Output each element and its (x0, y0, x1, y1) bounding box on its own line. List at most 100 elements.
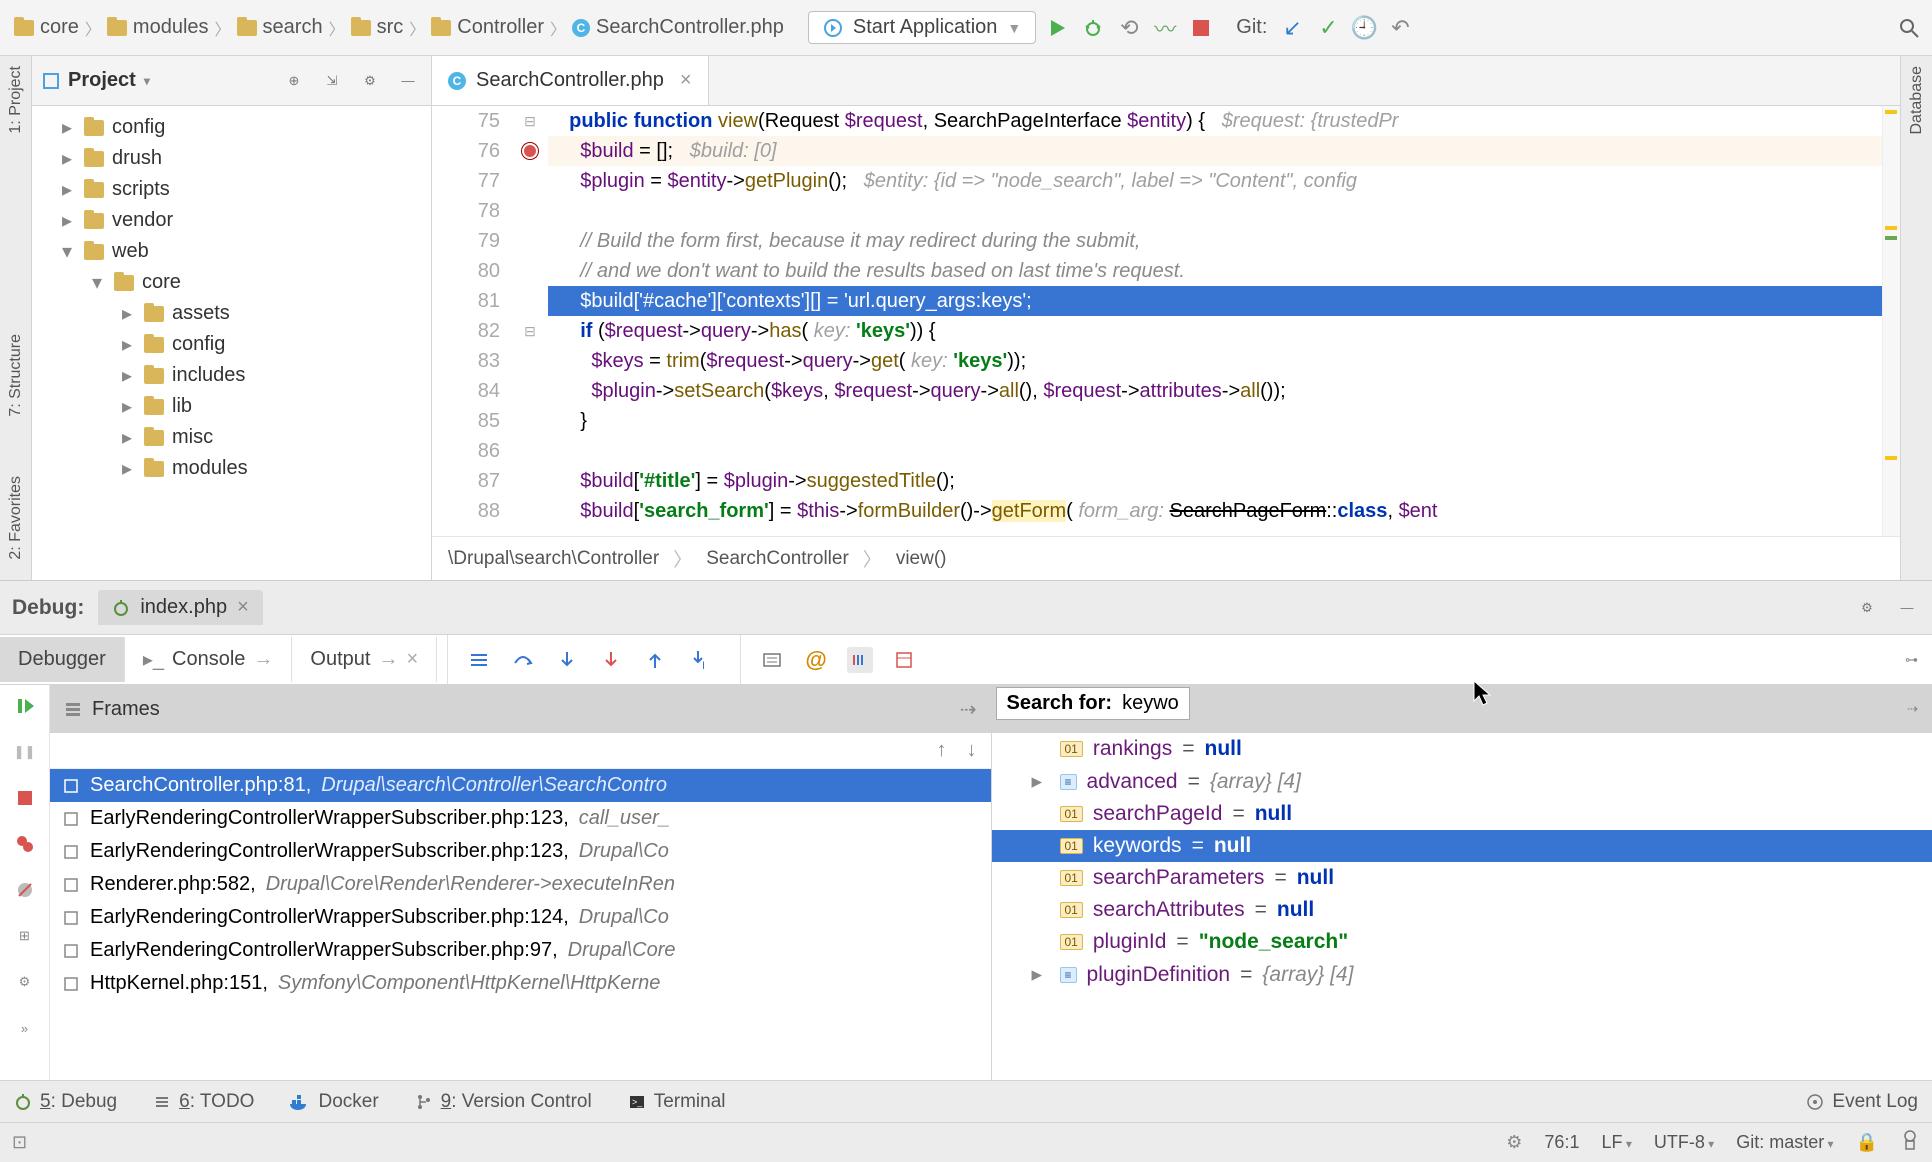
step-into-icon[interactable] (554, 647, 580, 673)
stack-frame[interactable]: Renderer.php:582, Drupal\Core\Render\Ren… (50, 868, 991, 901)
code-line[interactable] (548, 436, 1882, 466)
vars-layout-icon[interactable]: ⇢ (1907, 701, 1918, 717)
line-separator[interactable]: LF (1601, 1132, 1631, 1153)
variable-row[interactable]: 01 keywords = null (992, 830, 1932, 862)
variables-search-input[interactable]: keywo (1122, 692, 1179, 715)
tool-window-button[interactable]: 9: Version Control (415, 1091, 592, 1113)
variable-row[interactable]: 01 rankings = null (992, 733, 1932, 765)
output-tab[interactable]: Output→× (292, 637, 437, 682)
profile-icon[interactable]: 〰 (1150, 13, 1180, 43)
step-out-icon[interactable] (642, 647, 668, 673)
code-line[interactable]: $build['search_form'] = $this->formBuild… (548, 496, 1882, 526)
database-stripe-button[interactable]: Database (1908, 66, 1926, 135)
code-line[interactable]: } (548, 406, 1882, 436)
debug-session-tab[interactable]: index.php × (98, 590, 262, 625)
force-step-into-icon[interactable] (598, 647, 624, 673)
code-line[interactable]: $build = []; $build: [0] (548, 136, 1882, 166)
debug-more-settings-icon[interactable]: ⚙ (12, 969, 38, 995)
settings-icon[interactable]: ⚙ (357, 68, 383, 94)
breadcrumb-item[interactable]: Controller (425, 14, 550, 41)
code-line[interactable]: $plugin->setSearch($keys, $request->quer… (548, 376, 1882, 406)
tree-item[interactable]: ▸config (32, 329, 431, 360)
resume-icon[interactable] (12, 693, 38, 719)
editor-breadcrumbs[interactable]: \Drupal\search\Controller〉SearchControll… (432, 536, 1900, 580)
code-line[interactable]: $build['#cache']['contexts'][] = 'url.qu… (548, 286, 1882, 316)
search-everywhere-icon[interactable] (1894, 13, 1924, 43)
variables-search-box[interactable]: Search for: keywo (996, 687, 1190, 720)
more-icon[interactable]: » (12, 1015, 38, 1041)
breadcrumb-item[interactable]: src (345, 14, 410, 41)
variable-row[interactable]: ▸≡ advanced = {array} [4] (992, 765, 1932, 798)
tree-item[interactable]: ▾core (32, 267, 431, 298)
code-line[interactable]: if ($request->query->has( key: 'keys')) … (548, 316, 1882, 346)
tree-item[interactable]: ▸vendor (32, 205, 431, 236)
editor-crumb[interactable]: SearchController (706, 548, 849, 570)
structure-stripe-button[interactable]: 7: Structure (7, 334, 25, 417)
stop-icon[interactable] (1186, 13, 1216, 43)
favorites-stripe-button[interactable]: 2: Favorites (7, 476, 25, 560)
project-stripe-button[interactable]: 1: Project (7, 66, 25, 134)
git-history-icon[interactable]: 🕘 (1349, 13, 1379, 43)
mute-breakpoints-icon[interactable] (847, 647, 873, 673)
editor-crumb[interactable]: \Drupal\search\Controller (448, 548, 659, 570)
code-line[interactable] (548, 196, 1882, 226)
tree-item[interactable]: ▸assets (32, 298, 431, 329)
stack-frame[interactable]: HttpKernel.php:151, Symfony\Component\Ht… (50, 967, 991, 1000)
prev-frame-icon[interactable]: ↑ (937, 739, 947, 762)
pin-icon[interactable]: ⊶ (1905, 652, 1918, 668)
tree-item[interactable]: ▸config (32, 112, 431, 143)
run-configuration-selector[interactable]: Start Application ▼ (808, 11, 1036, 44)
tool-window-button[interactable]: 6: TODO (153, 1091, 254, 1113)
status-misc-icon[interactable]: ⊡ (12, 1132, 27, 1153)
layout-icon[interactable]: ⊞ (12, 923, 38, 949)
stack-frame[interactable]: EarlyRenderingControllerWrapperSubscribe… (50, 835, 991, 868)
project-tree[interactable]: ▸config▸drush▸scripts▸vendor▾web▾core▸as… (32, 106, 431, 580)
view-breakpoints-icon[interactable] (12, 831, 38, 857)
code-editor[interactable]: 7576777879808182838485868788 ⊟⊟ public f… (432, 106, 1900, 536)
expand-all-icon[interactable]: ⇲ (319, 68, 345, 94)
variable-row[interactable]: 01 pluginId = "node_search" (992, 926, 1932, 958)
code-line[interactable]: $build['#title'] = $plugin->suggestedTit… (548, 466, 1882, 496)
tool-window-button[interactable]: 5: Debug (14, 1091, 117, 1113)
stack-frame[interactable]: EarlyRenderingControllerWrapperSubscribe… (50, 802, 991, 835)
code-line[interactable]: $plugin = $entity->getPlugin(); $entity:… (548, 166, 1882, 196)
editor-crumb[interactable]: view() (896, 548, 947, 570)
tree-item[interactable]: ▾web (32, 236, 431, 267)
breadcrumb-item[interactable]: core (8, 14, 85, 41)
variable-row[interactable]: 01 searchAttributes = null (992, 894, 1932, 926)
run-to-cursor-icon[interactable]: I (686, 647, 712, 673)
memory-indicator-icon[interactable] (1900, 1128, 1920, 1157)
debugger-tab[interactable]: Debugger (0, 637, 125, 682)
stop-debug-icon[interactable] (12, 785, 38, 811)
variable-row[interactable]: 01 searchParameters = null (992, 862, 1932, 894)
pause-icon[interactable]: ❚❚ (12, 739, 38, 765)
stack-frame[interactable]: SearchController.php:81, Drupal\search\C… (50, 769, 991, 802)
stack-frame[interactable]: EarlyRenderingControllerWrapperSubscribe… (50, 901, 991, 934)
processes-icon[interactable]: ⚙ (1506, 1132, 1522, 1153)
error-stripe[interactable] (1882, 106, 1900, 536)
tree-item[interactable]: ▸includes (32, 360, 431, 391)
lock-icon[interactable]: 🔒 (1856, 1132, 1878, 1153)
step-over-icon[interactable] (510, 647, 536, 673)
tree-item[interactable]: ▸scripts (32, 174, 431, 205)
close-session-icon[interactable]: × (237, 596, 249, 619)
debug-icon[interactable] (1078, 13, 1108, 43)
mute-bp-icon[interactable] (12, 877, 38, 903)
stack-frame[interactable]: EarlyRenderingControllerWrapperSubscribe… (50, 934, 991, 967)
breadcrumb-item[interactable]: search (231, 14, 329, 41)
tree-item[interactable]: ▸misc (32, 422, 431, 453)
console-tab[interactable]: ▸_Console→ (125, 637, 293, 682)
close-tab-icon[interactable]: × (680, 69, 692, 92)
variable-row[interactable]: ▸≡ pluginDefinition = {array} [4] (992, 958, 1932, 991)
locate-icon[interactable]: ⊕ (281, 68, 307, 94)
run-coverage-icon[interactable]: ⟲ (1114, 13, 1144, 43)
evaluate-expression-icon[interactable] (759, 647, 785, 673)
git-update-icon[interactable]: ↙ (1277, 13, 1307, 43)
file-encoding[interactable]: UTF-8 (1654, 1132, 1714, 1153)
tool-window-button[interactable]: Docker (290, 1091, 378, 1113)
code-line[interactable]: $keys = trim($request->query->get( key: … (548, 346, 1882, 376)
hide-debug-icon[interactable]: — (1894, 595, 1920, 621)
tree-item[interactable]: ▸drush (32, 143, 431, 174)
code-line[interactable]: // and we don't want to build the result… (548, 256, 1882, 286)
next-frame-icon[interactable]: ↓ (967, 739, 977, 762)
